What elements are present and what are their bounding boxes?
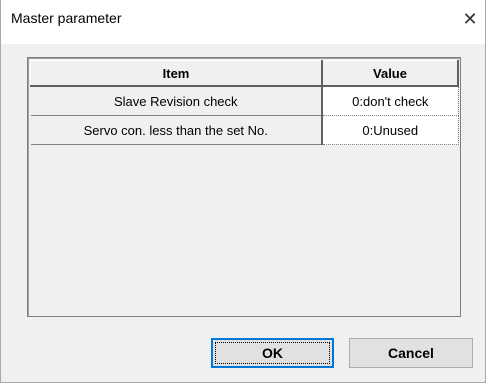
close-icon[interactable]: ✕	[455, 4, 485, 34]
value-cell[interactable]: 0:don't check	[322, 86, 459, 116]
parameter-grid: Item Value Slave Revision check 0:don't …	[27, 57, 461, 317]
parameter-table: Item Value Slave Revision check 0:don't …	[30, 60, 459, 145]
window-title: Master parameter	[11, 10, 122, 26]
column-header-item[interactable]: Item	[30, 60, 323, 87]
master-parameter-dialog: Master parameter ✕ Item Value Slave Revi…	[0, 0, 486, 383]
value-cell[interactable]: 0:Unused	[322, 115, 459, 145]
item-cell[interactable]: Slave Revision check	[30, 86, 323, 116]
cancel-button-label: Cancel	[388, 345, 434, 361]
column-header-value[interactable]: Value	[321, 60, 459, 87]
table-row: Slave Revision check 0:don't check	[30, 86, 459, 116]
item-cell[interactable]: Servo con. less than the set No.	[30, 115, 323, 145]
cancel-button[interactable]: Cancel	[349, 338, 473, 368]
table-header-row: Item Value	[30, 60, 459, 87]
title-bar: Master parameter ✕	[1, 0, 485, 44]
focus-rectangle	[215, 342, 330, 364]
table-row: Servo con. less than the set No. 0:Unuse…	[30, 115, 459, 145]
ok-button[interactable]: OK	[211, 338, 334, 368]
